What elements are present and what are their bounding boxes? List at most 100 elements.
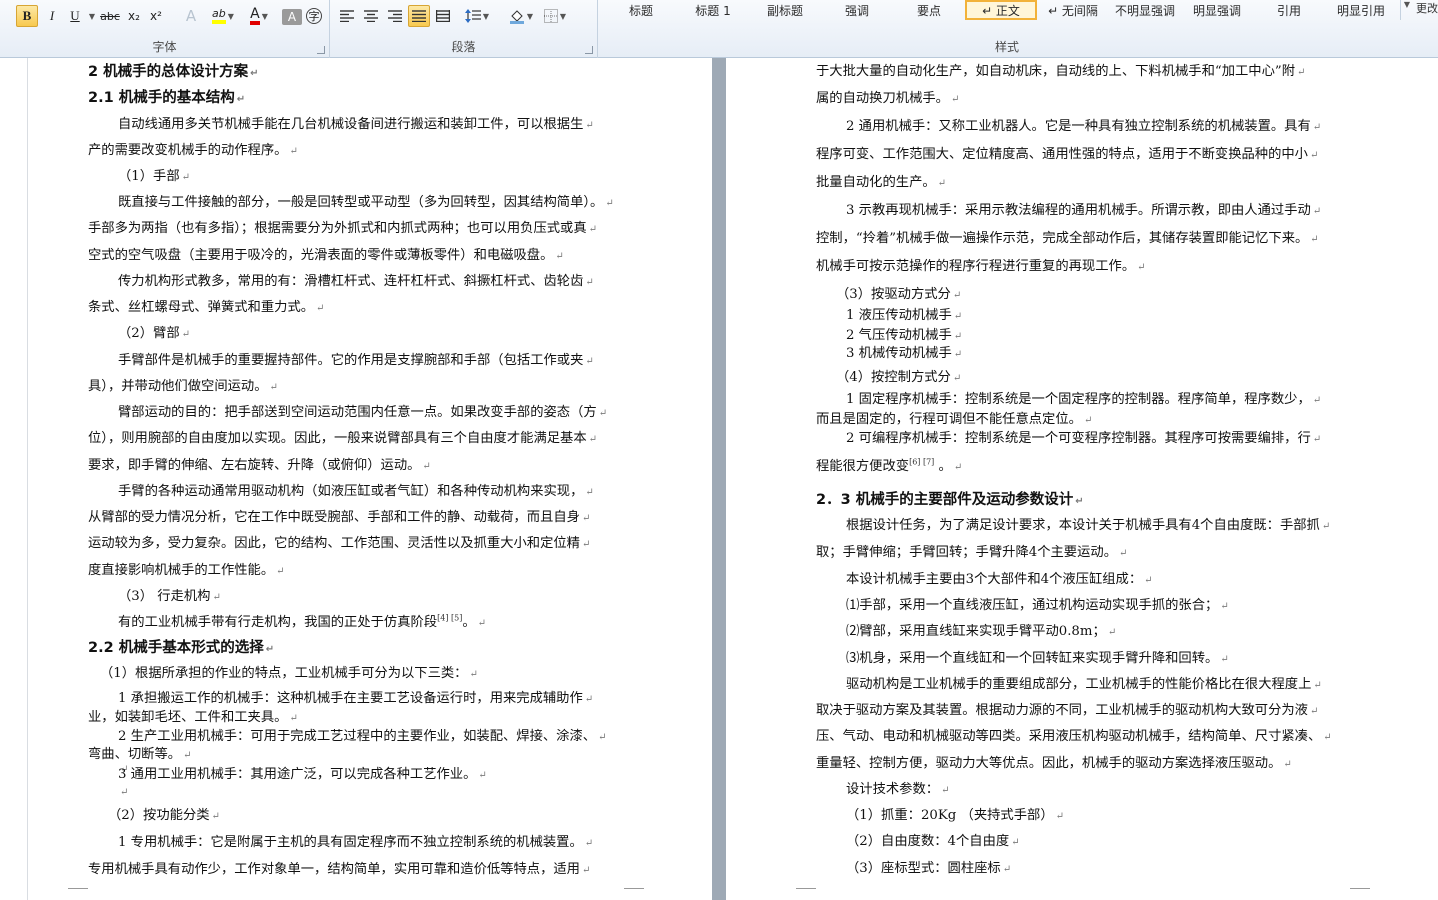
paragraph-line[interactable]: 于大批大量的自动化生产，如自动机床，自动线的上、下料机械手和“加工中心”附 ↵ bbox=[816, 60, 1305, 79]
paragraph-line[interactable]: 既直接与工件接触的部分，一般是回转型或平动型（多为回转型，因其结构简单）。 ↵ bbox=[118, 191, 614, 210]
shading-button[interactable]: ▼ bbox=[506, 5, 536, 27]
style-title[interactable]: 标题 bbox=[605, 0, 677, 20]
highlight-button[interactable]: ab ▼ bbox=[210, 5, 236, 27]
paragraph-line[interactable]: 取决于驱动方案及其装置。根据动力源的不同，工业机械手的驱动机构大致可分为液 ↵ bbox=[816, 699, 1318, 718]
strikethrough-button[interactable]: abc bbox=[98, 5, 122, 27]
heading[interactable]: 2．3 机械手的主要部件及运动参数设计 ↵ bbox=[816, 488, 1084, 509]
font-dialog-launcher[interactable] bbox=[317, 46, 325, 54]
paragraph-line[interactable]: 1 专用机械手：它是附属于主机的具有固定程序而不独立控制系统的机械装置。 ↵ bbox=[118, 831, 593, 850]
paragraph-line[interactable]: 要求，即手臂的伸缩、左右旋转、升降（或俯仰）运动。 ↵ bbox=[88, 454, 431, 473]
paragraph-line[interactable]: 条式、丝杠螺母式、弹簧式和重力式。 ↵ bbox=[88, 296, 324, 315]
paragraph-line[interactable]: 自动线通用多关节机械手能在几台机械设备间进行搬运和装卸工件，可以根据生 ↵ bbox=[118, 113, 594, 132]
paragraph-line[interactable]: 有的工业机械手带有行走机构，我国的正处于仿真阶段[4] [5]。 ↵ bbox=[118, 611, 486, 630]
paragraph-line[interactable]: 2 生产工业用机械手：可用于完成工艺过程中的主要作业，如装配、焊接、涂漆、 ↵ bbox=[118, 725, 606, 744]
paragraph-line[interactable]: 3 通用工业用机械手：其用途广泛，可以完成各种工艺作业。 ↵ bbox=[118, 763, 487, 782]
paragraph-line[interactable]: 属的自动换刀机械手。 ↵ bbox=[816, 87, 959, 106]
style-strong[interactable]: 要点 bbox=[893, 0, 965, 20]
style-subtle-emphasis[interactable]: 不明显强调 bbox=[1109, 0, 1181, 20]
paragraph-line[interactable]: 位），则用腕部的自由度加以实现。因此，一般来说臂部具有三个自由度才能满足基本 ↵ bbox=[88, 427, 597, 446]
paragraph-line[interactable]: （2）臂部 ↵ bbox=[118, 322, 190, 341]
paragraph-line[interactable]: 2 可编程序机械手：控制系统是一个可变程序控制器。其程序可按需要编排，行 ↵ bbox=[846, 427, 1321, 446]
paragraph-line[interactable]: 驱动机构是工业机械手的重要组成部分，工业机械手的性能价格比在很大程度上 ↵ bbox=[846, 673, 1322, 692]
paragraph-line[interactable]: 2 通用机械手：又称工业机器人。它是一种具有独立控制系统的机械装置。具有 ↵ bbox=[846, 115, 1321, 134]
enclose-char-button[interactable]: 字 bbox=[304, 5, 324, 27]
bold-button[interactable]: B bbox=[16, 5, 38, 27]
paragraph-line[interactable]: 传力机构形式教多，常用的有：滑槽杠杆式、连杆杠杆式、斜撅杠杆式、齿轮齿 ↵ bbox=[118, 270, 594, 289]
paragraph-line[interactable]: 手臂部件是机械手的重要握持部件。它的作用是支撑腕部和手部（包括工作或夹 ↵ bbox=[118, 349, 594, 368]
right-page[interactable]: 于大批大量的自动化生产，如自动机床，自动线的上、下料机械手和“加工中心”附 ↵ 属的… bbox=[816, 58, 1366, 900]
paragraph-line[interactable]: ⑶机身，采用一个直线缸和一个回转缸来实现手臂升降和回转。 ↵ bbox=[846, 647, 1229, 666]
font-color-button[interactable]: A ▼ bbox=[246, 5, 272, 27]
style-emphasis[interactable]: 强调 bbox=[821, 0, 893, 20]
align-right-button[interactable] bbox=[384, 5, 406, 27]
paragraph-line[interactable]: （3）座标型式：圆柱座标 ↵ bbox=[846, 857, 1011, 876]
style-subtitle[interactable]: 副标题 bbox=[749, 0, 821, 20]
paragraph-line[interactable]: 控制，“拎着”机械手做一遍操作示范，完成全部动作后，其储存装置即能记忆下来。 ↵ bbox=[816, 227, 1319, 246]
left-page[interactable]: 2 机械手的总体设计方案 ↵ 2.1 机械手的基本结构 ↵ 自动线通用多关节机械手能在几… bbox=[88, 58, 638, 900]
paragraph-line[interactable]: （2）自由度数：4个自由度 ↵ bbox=[846, 830, 1020, 849]
style-intense-emphasis[interactable]: 明显强调 bbox=[1181, 0, 1253, 20]
paragraph-line[interactable]: ⑵臂部，采用直线缸来实现手臂平动0.8m； ↵ bbox=[846, 620, 1116, 639]
paragraph-line[interactable]: 从臂部的受力情况分析，它在工作中既受腕部、手部和工件的静、动载荷，而且自身 ↵ bbox=[88, 506, 590, 525]
heading[interactable]: 2 机械手的总体设计方案 ↵ bbox=[88, 60, 259, 81]
paragraph-line[interactable]: ↵ bbox=[118, 784, 128, 799]
paragraph-line[interactable]: 产的需要改变机械手的动作程序。 ↵ bbox=[88, 139, 298, 158]
paragraph-line[interactable]: （1）抓重：20Kg （夹持式手部） ↵ bbox=[846, 804, 1064, 823]
paragraph-line[interactable]: 根据设计任务，为了满足设计要求，本设计关于机械手具有4个自由度既：手部抓 ↵ bbox=[846, 514, 1330, 533]
align-center-button[interactable] bbox=[360, 5, 382, 27]
paragraph-line[interactable]: 手臂的各种运动通常用驱动机构（如液压缸或者气缸）和各种传动机构来实现， ↵ bbox=[118, 480, 594, 499]
paragraph-line[interactable]: 手部多为两指（也有多指）；根据需要分为外抓式和内抓式两种；也可以用负压式或真 ↵ bbox=[88, 217, 597, 236]
align-left-button[interactable] bbox=[336, 5, 358, 27]
style-heading-1[interactable]: 标题 1 bbox=[677, 0, 749, 20]
paragraph-line[interactable]: 机械手可按示范操作的程序行程进行重复的再现工作。 ↵ bbox=[816, 255, 1146, 274]
paragraph-line[interactable]: 而且是固定的，行程可调但不能任意点定位。 ↵ bbox=[816, 408, 1092, 427]
underline-button[interactable]: U bbox=[64, 5, 86, 27]
paragraph-line[interactable]: （3）按驱动方式分 ↵ bbox=[836, 283, 961, 302]
style-quote[interactable]: 引用 bbox=[1253, 0, 1325, 20]
paragraph-line[interactable]: 程能很方便改变[6] [7] 。 ↵ bbox=[816, 455, 962, 474]
style-no-spacing[interactable]: ↵ 无间隔 bbox=[1037, 0, 1109, 20]
italic-button[interactable]: I bbox=[42, 5, 62, 27]
paragraph-line[interactable]: 3 机械传动机械手 ↵ bbox=[846, 342, 962, 361]
paragraph-line[interactable]: 臂部运动的目的：把手部送到空间运动范围内任意一点。如果改变手部的姿态（方 ↵ bbox=[118, 401, 607, 420]
line-spacing-button[interactable]: ▼ bbox=[464, 5, 490, 27]
paragraph-line[interactable]: 程序可变、工作范围大、定位精度高、通用性强的特点，适用于不断变换品种的中小 ↵ bbox=[816, 143, 1318, 162]
paragraph-line[interactable]: （1）根据所承担的作业的特点，工业机械手可分为以下三类： ↵ bbox=[100, 662, 478, 681]
subscript-button[interactable]: x₂ bbox=[124, 5, 144, 27]
paragraph-line[interactable]: 运动较为多，受力复杂。因此，它的结构、工作范围、灵活性以及抓重大小和定位精 ↵ bbox=[88, 532, 590, 551]
style-normal[interactable]: ↵ 正文 bbox=[965, 0, 1037, 20]
paragraph-line[interactable]: 设计技术参数： ↵ bbox=[846, 778, 949, 797]
paragraph-line[interactable]: 弯曲、切断等。 ↵ bbox=[88, 743, 191, 762]
paragraph-line[interactable]: 空式的空气吸盘（主要用于吸冷的，光滑表面的零件或薄板零件）和电磁吸盘。 ↵ bbox=[88, 244, 564, 263]
text-effects-button[interactable]: A bbox=[180, 5, 202, 27]
styles-gallery-scroll[interactable]: ▼ bbox=[1400, 0, 1413, 20]
superscript-button[interactable]: x² bbox=[146, 5, 166, 27]
paragraph-line[interactable]: 3 示教再现机械手：采用示教法编程的通用机械手。所谓示教，即由人通过手动 ↵ bbox=[846, 199, 1321, 218]
borders-button[interactable]: ▼ bbox=[540, 5, 570, 27]
paragraph-dialog-launcher[interactable] bbox=[585, 46, 593, 54]
paragraph-line[interactable]: 业，如装卸毛坯、工件和工夹具。 ↵ bbox=[88, 706, 298, 725]
paragraph-line[interactable]: （4）按控制方式分 ↵ bbox=[836, 366, 961, 385]
char-shading-button[interactable]: A bbox=[282, 9, 302, 25]
paragraph-line[interactable]: （3） 行走机构 ↵ bbox=[118, 585, 221, 604]
paragraph-line[interactable]: 批量自动化的生产。 ↵ bbox=[816, 171, 946, 190]
paragraph-line[interactable]: 取；手臂伸缩；手臂回转；手臂升降4个主要运动。 ↵ bbox=[816, 541, 1127, 560]
heading[interactable]: 2.2 机械手基本形式的选择 ↵ bbox=[88, 636, 274, 657]
paragraph-line[interactable]: 1 液压传动机械手 ↵ bbox=[846, 304, 962, 323]
change-styles-button[interactable]: 更改 bbox=[1416, 0, 1438, 14]
paragraph-line[interactable]: 具），并带动他们做空间运动。 ↵ bbox=[88, 375, 278, 394]
underline-dropdown[interactable]: ▼ bbox=[86, 5, 96, 27]
heading[interactable]: 2.1 机械手的基本结构 ↵ bbox=[88, 86, 245, 107]
justify-button[interactable] bbox=[408, 5, 430, 27]
paragraph-line[interactable]: ⑴手部，采用一个直线液压缸，通过机构运动实现手抓的张合； ↵ bbox=[846, 594, 1229, 613]
style-intense-quote[interactable]: 明显引用 bbox=[1325, 0, 1397, 20]
distributed-button[interactable] bbox=[432, 5, 454, 27]
paragraph-line[interactable]: 1 承担搬运工作的机械手：这种机械手在主要工艺设备运行时，用来完成辅助作 ↵ bbox=[118, 687, 593, 706]
paragraph-line[interactable]: （2）按功能分类 ↵ bbox=[108, 804, 220, 823]
paragraph-line[interactable]: 压、气动、电动和机械驱动等四类。采用液压机构驱动机械手，结构简单、尺寸紧凑、 ↵ bbox=[816, 725, 1332, 744]
paragraph-line[interactable]: 2 气压传动机械手 ↵ bbox=[846, 324, 962, 343]
paragraph-line[interactable]: （1）手部 ↵ bbox=[118, 165, 190, 184]
paragraph-line[interactable]: 专用机械手具有动作少，工作对象单一，结构简单，实用可靠和造价低等特点，适用 ↵ bbox=[88, 858, 590, 877]
paragraph-line[interactable]: 本设计机械手主要由3个大部件和4个液压缸组成： ↵ bbox=[846, 568, 1153, 587]
paragraph-line[interactable]: 度直接影响机械手的工作性能。 ↵ bbox=[88, 559, 285, 578]
